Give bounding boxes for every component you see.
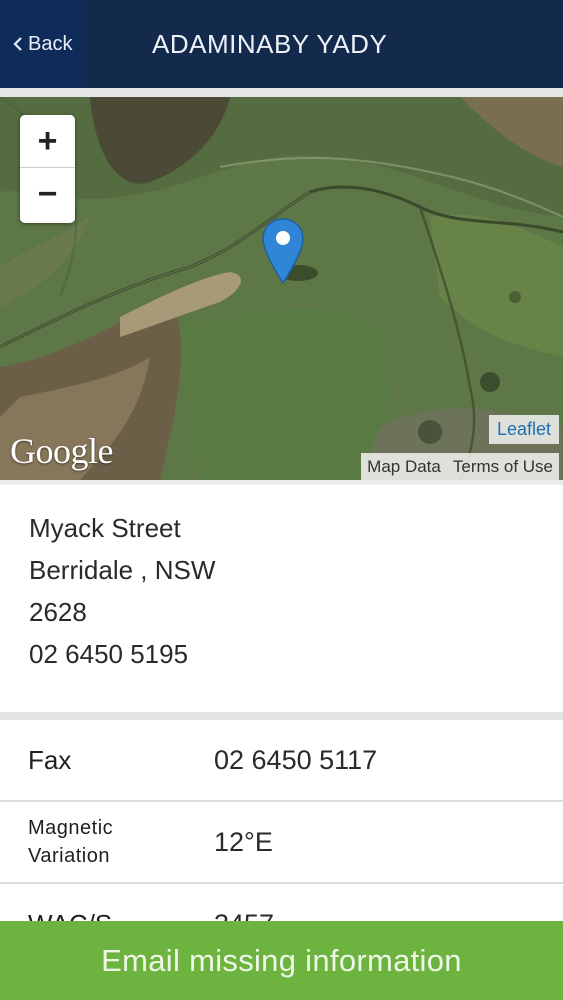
page-title: ADAMINABY YADY: [152, 29, 388, 59]
terms-of-use-link[interactable]: Terms of Use: [447, 457, 559, 477]
google-logo: Google: [10, 431, 113, 471]
back-label: Back: [28, 32, 73, 55]
address-phone[interactable]: 02 6450 5195: [29, 637, 563, 679]
map-data-link[interactable]: Map Data: [361, 457, 447, 477]
map-attribution: Map Data Terms of Use: [361, 453, 559, 480]
location-pin-icon[interactable]: [262, 217, 304, 285]
zoom-control: + −: [20, 115, 75, 223]
map-view[interactable]: + − Google Leaflet Map Data Terms of Use: [0, 97, 563, 480]
header-divider: [0, 88, 563, 97]
chevron-left-icon: [13, 37, 22, 51]
section-divider: [0, 712, 563, 720]
back-button[interactable]: Back: [0, 0, 84, 88]
address-card: Myack Street Berridale , NSW 2628 02 645…: [0, 485, 563, 712]
leaflet-link[interactable]: Leaflet: [488, 415, 559, 444]
address-street: Myack Street: [29, 513, 181, 543]
satellite-imagery: [0, 97, 563, 480]
detail-value: 12°E: [214, 826, 273, 857]
address-postcode: 2628: [29, 597, 87, 627]
header-bar: Back ADAMINABY YADY: [0, 0, 563, 88]
detail-label: Fax: [28, 744, 72, 775]
detail-value: 02 6450 5117: [214, 744, 378, 775]
app-screen: Back ADAMINABY YADY + − Google Leaflet M…: [0, 0, 563, 1000]
email-missing-info-button[interactable]: Email missing information: [0, 921, 563, 1000]
address-locality: Berridale , NSW: [29, 555, 216, 585]
detail-label: Magnetic Variation: [28, 817, 114, 867]
zoom-in-button[interactable]: +: [20, 115, 75, 168]
detail-row-magnetic-variation: Magnetic Variation 12°E: [0, 802, 563, 884]
zoom-out-button[interactable]: −: [20, 168, 75, 221]
detail-row-fax: Fax 02 6450 5117: [0, 720, 563, 802]
